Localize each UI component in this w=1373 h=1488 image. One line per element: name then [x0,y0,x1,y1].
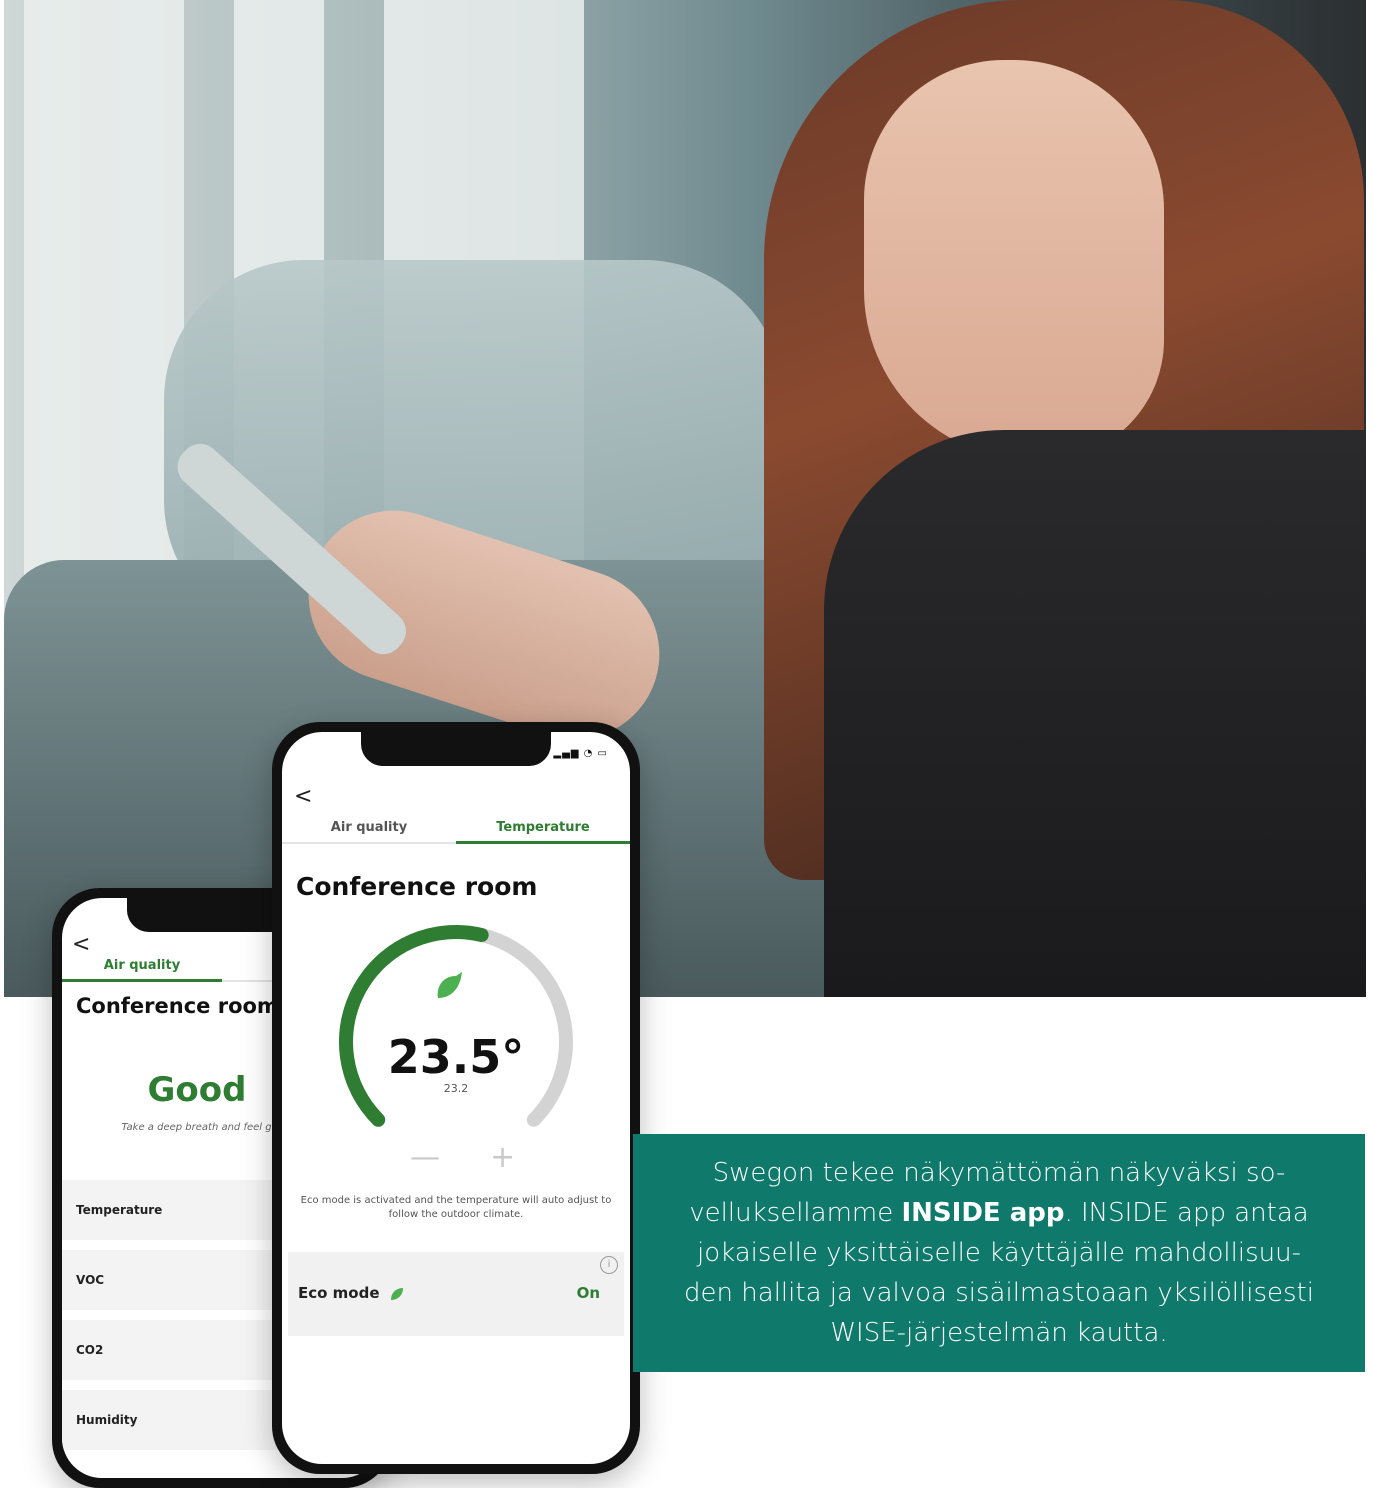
promo-line: den hallita ja valvoa sisäilmastoaan yks… [684,1278,1314,1308]
tab-temperature[interactable]: Temperature [456,820,630,844]
info-icon[interactable]: i [600,1256,618,1274]
eco-mode-label: Eco mode [298,1284,405,1302]
status-bar-icons: ▂▄▆ ◔ ▭ [553,748,608,759]
room-title: Conference room [76,994,279,1018]
room-title: Conference room [296,872,538,901]
window-pane [24,0,184,620]
woman-face [864,60,1164,460]
back-button[interactable]: < [294,784,312,809]
tab-air-quality[interactable]: Air quality [282,820,456,844]
woman-jacket [824,430,1366,997]
current-temperature: 23.2 [443,1082,469,1095]
eco-mode-label-text: Eco mode [298,1284,380,1302]
metric-label: VOC [76,1273,105,1287]
promo-line: jokaiselle yksittäiselle käyttäjälle mah… [697,1238,1301,1268]
metric-label: Humidity [76,1413,138,1427]
phone-notch [361,732,551,766]
temperature-setpoint: 23.5° [387,1030,525,1084]
eco-mode-note: Eco mode is activated and the temperatur… [300,1195,612,1220]
promo-text: Swegon tekee näkymättömän näkyväksi so- … [676,1153,1322,1353]
decrease-temperature-button[interactable]: — [410,1140,440,1175]
eco-leaf-icon [437,972,462,998]
hero-photo [4,0,1366,997]
promo-line: Swegon tekee näkymättömän näkyväksi so- [712,1158,1286,1188]
increase-temperature-button[interactable]: + [490,1140,515,1175]
phone-screen: ▂▄▆ ◔ ▭ < Air quality Temperature Confer… [282,732,630,1464]
tab-air-quality[interactable]: Air quality [62,958,222,982]
promo-line: WISE-järjestelmän kautta. [830,1318,1168,1348]
eco-mode-state[interactable]: On [577,1284,600,1302]
phone-temperature: ▂▄▆ ◔ ▭ < Air quality Temperature Confer… [272,722,640,1474]
eco-mode-row[interactable]: i Eco mode On [288,1252,624,1336]
metric-label: Temperature [76,1203,163,1217]
app-name: INSIDE app [901,1198,1065,1228]
promo-line: velluksellamme [689,1198,902,1228]
leaf-icon [390,1287,403,1300]
promo-text-box: Swegon tekee näkymättömän näkyväksi so- … [633,1134,1365,1372]
metric-label: CO2 [76,1343,104,1357]
promo-line: . INSIDE app antaa [1064,1198,1309,1228]
back-button[interactable]: < [72,932,90,957]
